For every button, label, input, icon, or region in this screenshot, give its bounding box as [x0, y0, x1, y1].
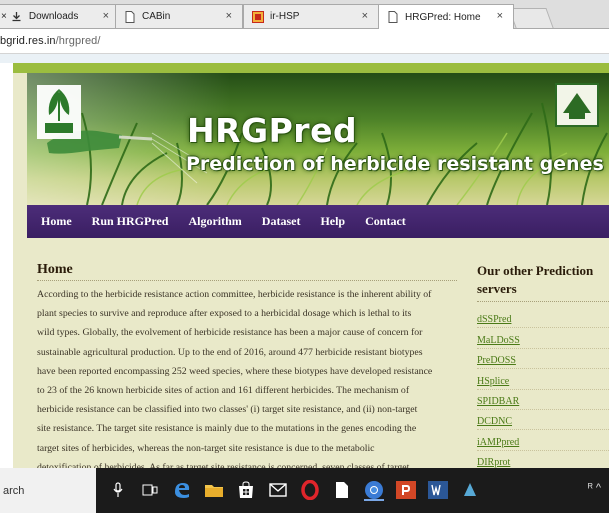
- nav-algorithm[interactable]: Algorithm: [188, 214, 241, 229]
- tab-downloads[interactable]: × Downloads ×: [0, 4, 120, 28]
- task-view-icon[interactable]: [136, 476, 164, 504]
- site-subtitle: Prediction of herbicide resistant genes: [186, 153, 604, 175]
- tab-ir-hsp[interactable]: ir-HSP ×: [243, 4, 379, 28]
- server-link-predoss[interactable]: PreDOSS: [477, 349, 609, 370]
- url-text[interactable]: bgrid.res.in/hrgpred/: [0, 35, 101, 47]
- file-explorer-icon[interactable]: [200, 476, 228, 504]
- edge-browser-icon[interactable]: [168, 476, 196, 504]
- microphone-icon[interactable]: [104, 476, 132, 504]
- prediction-servers-list: dSSPred MaLDoSS PreDOSS HSplice SPIDBAR …: [477, 308, 609, 468]
- site-title: HRGPred: [187, 111, 358, 150]
- tray-text: ᴿ ^: [587, 482, 601, 494]
- taskbar-search[interactable]: arch: [0, 468, 96, 513]
- sidebar-heading: Our other Prediction servers: [477, 263, 594, 296]
- paragraph-line: wild types. Globally, the evolvement of …: [37, 327, 423, 339]
- download-icon: [11, 11, 23, 23]
- paragraph-line: herbicide resistance can be classified i…: [37, 404, 418, 416]
- active-indicator: [364, 499, 384, 501]
- paragraph-line: According to the herbicide resistance ac…: [37, 289, 432, 300]
- site-banner: HRGPred Prediction of herbicide resistan…: [27, 73, 609, 205]
- heading-divider: [37, 280, 457, 281]
- tab-cabin[interactable]: CABin ×: [115, 4, 243, 28]
- content-area: Home According to the herbicide resistan…: [27, 238, 609, 468]
- hrgpred-page: HRGPred Prediction of herbicide resistan…: [13, 63, 609, 468]
- close-icon[interactable]: ×: [226, 10, 232, 22]
- opera-icon[interactable]: [296, 476, 324, 504]
- server-link-iamppred[interactable]: iAMPpred: [477, 430, 609, 451]
- tab-label: HRGPred: Home: [405, 11, 481, 23]
- icar-logo: [37, 85, 81, 139]
- site-favicon: [252, 10, 264, 23]
- chrome-icon[interactable]: [360, 476, 388, 504]
- mail-icon[interactable]: [264, 476, 292, 504]
- page-gutter: [0, 54, 609, 63]
- paragraph-line: target sites of herbicides, whereas the …: [37, 442, 375, 454]
- browser-tab-strip: × Downloads × CABin × ir-HSP × HRGPred: …: [0, 0, 609, 29]
- close-icon[interactable]: ×: [497, 10, 503, 22]
- store-icon[interactable]: [232, 476, 260, 504]
- word-icon[interactable]: [424, 476, 452, 504]
- paragraph-line: plant species to survive and reproduce a…: [37, 308, 412, 320]
- close-icon[interactable]: ×: [362, 10, 368, 22]
- server-link-spidbar[interactable]: SPIDBAR: [477, 390, 609, 410]
- intro-paragraph: According to the herbicide resistance ac…: [37, 285, 462, 468]
- tab-label: Downloads: [28, 11, 79, 22]
- tab-label: ir-HSP: [270, 11, 300, 22]
- url-path: /hrgpred/: [55, 35, 101, 47]
- nav-help[interactable]: Help: [320, 214, 345, 229]
- page-icon: [124, 10, 136, 23]
- page-icon: [387, 11, 399, 23]
- nav-contact[interactable]: Contact: [365, 214, 406, 229]
- system-tray[interactable]: ᴿ ^: [588, 482, 601, 494]
- sidebar-divider: [477, 301, 609, 302]
- paragraph-line: to 23 of the 26 known herbicide sites of…: [37, 385, 410, 397]
- url-host: bgrid.res.in: [0, 35, 56, 47]
- paragraph-line: detoxification of herbicides. As far as …: [37, 461, 410, 468]
- search-text: arch: [3, 484, 25, 497]
- banner-top-strip: [13, 63, 609, 73]
- main-navigation: Home Run HRGPred Algorithm Dataset Help …: [27, 205, 609, 238]
- nav-dataset[interactable]: Dataset: [262, 214, 301, 229]
- paragraph-line: sustainable agricultural production. Up …: [37, 346, 423, 358]
- server-link-dsspred[interactable]: dSSPred: [477, 308, 609, 329]
- app-icon[interactable]: [456, 476, 484, 504]
- address-bar[interactable]: bgrid.res.in/hrgpred/: [0, 29, 609, 54]
- nav-run-hrgpred[interactable]: Run HRGPred: [92, 214, 169, 229]
- close-icon[interactable]: ×: [1, 11, 7, 22]
- server-link-maldoss[interactable]: MaLDoSS: [477, 328, 609, 349]
- server-link-dirprot[interactable]: DIRprot: [477, 451, 609, 468]
- taskbar: arch ᴿ ^: [0, 468, 609, 513]
- close-icon[interactable]: ×: [103, 10, 109, 22]
- notes-icon[interactable]: [328, 476, 356, 504]
- tab-label: CABin: [142, 11, 171, 22]
- page-heading: Home: [37, 262, 73, 277]
- powerpoint-icon[interactable]: [392, 476, 420, 504]
- paragraph-line: site resistance. The target site resista…: [37, 423, 417, 435]
- server-link-hsplice[interactable]: HSplice: [477, 369, 609, 390]
- new-tab-button[interactable]: [508, 8, 554, 28]
- tab-hrgpred-home[interactable]: HRGPred: Home ×: [378, 4, 514, 29]
- server-link-dcdnc[interactable]: DCDNC: [477, 410, 609, 431]
- nav-home[interactable]: Home: [41, 214, 72, 229]
- paragraph-line: have been reported encompassing 252 weed…: [37, 365, 433, 377]
- institute-logo: [555, 83, 599, 127]
